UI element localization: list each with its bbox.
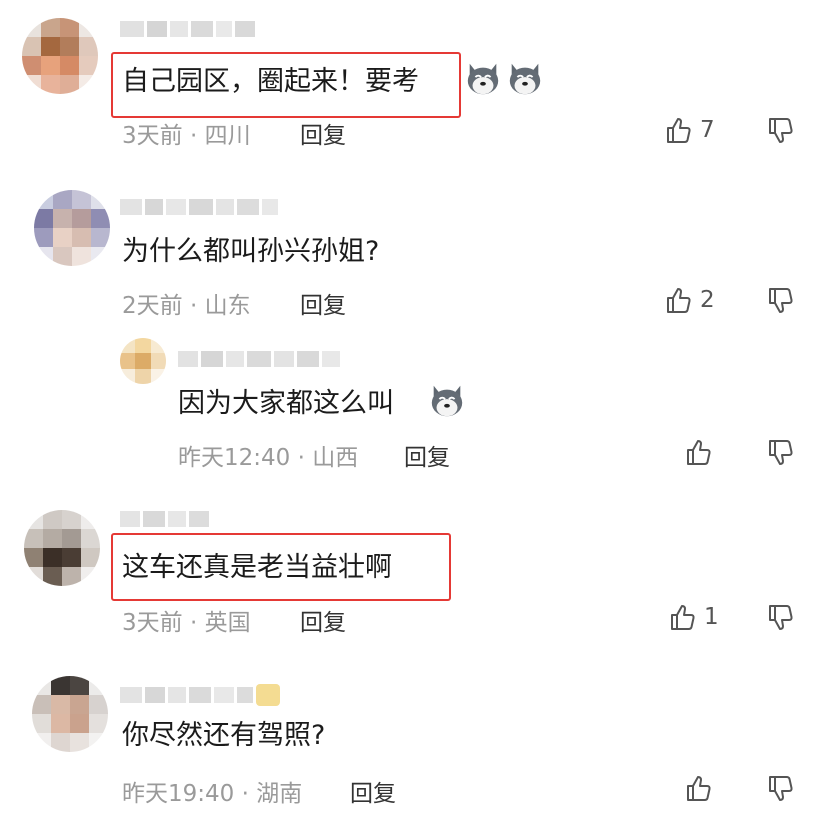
thumbs-up-icon [687,440,711,465]
comment-meta: 昨天19:40 · 湖南 [122,781,303,807]
comment-meta: 3天前 · 英国 [122,610,251,636]
like-button[interactable] [684,773,720,803]
username-blurred[interactable] [120,684,280,706]
comment-text: 你尽然还有驾照? [122,720,326,751]
reply-button[interactable]: 回复 [350,774,396,808]
like-button[interactable]: 2 [664,285,715,315]
comment-text: 为什么都叫孙兴孙姐? [122,236,380,267]
comment-item: 为什么都叫孙兴孙姐? 2天前 · 山东 回复 2 因为大家都这么叫 昨天12:4… [0,170,828,500]
reply-text: 因为大家都这么叫 [178,388,394,419]
thumbs-down-icon[interactable] [766,774,796,804]
husky-face-icon [467,63,499,95]
comment-text: 这车还真是老当益壮啊 [122,552,392,583]
reply-meta: 昨天12:40 · 山西 [178,445,359,471]
username-blurred[interactable] [120,508,209,530]
avatar[interactable] [32,676,108,752]
username-blurred[interactable] [178,348,340,370]
thumbs-up-icon [671,605,695,630]
like-count: 1 [704,604,719,630]
reply-button[interactable]: 回复 [404,438,450,472]
thumbs-up-icon [667,288,691,313]
avatar[interactable] [120,338,166,384]
comment-item: 这车还真是老当益壮啊 3天前 · 英国 回复 1 [0,500,828,660]
username-blurred[interactable] [120,196,278,218]
thumbs-down-icon[interactable] [766,116,796,146]
reply-button[interactable]: 回复 [300,116,346,150]
husky-face-icon [431,385,463,417]
thumbs-down-icon[interactable] [766,438,796,468]
thumbs-up-icon [687,776,711,801]
thumbs-down-icon[interactable] [766,603,796,633]
avatar[interactable] [24,510,100,586]
like-button[interactable] [684,437,720,467]
username-blurred[interactable] [120,18,255,40]
reply-button[interactable]: 回复 [300,286,346,320]
thumbs-up-icon [667,118,691,143]
thumbs-down-icon[interactable] [766,286,796,316]
comment-meta: 2天前 · 山东 [122,293,251,319]
like-count: 7 [700,117,715,143]
husky-face-icon [509,63,541,95]
avatar[interactable] [34,190,110,266]
avatar[interactable] [22,18,98,94]
like-button[interactable]: 1 [668,602,719,632]
comment-item: 自己园区，圈起来！要考 3天前 · 四川 回复 7 [0,0,828,170]
comment-text: 自己园区，圈起来！要考 [122,66,419,97]
reply-button[interactable]: 回复 [300,603,346,637]
like-count: 2 [700,287,715,313]
comment-meta: 3天前 · 四川 [122,123,251,149]
comment-item: 你尽然还有驾照? 昨天19:40 · 湖南 回复 [0,660,828,814]
like-button[interactable]: 7 [664,115,715,145]
